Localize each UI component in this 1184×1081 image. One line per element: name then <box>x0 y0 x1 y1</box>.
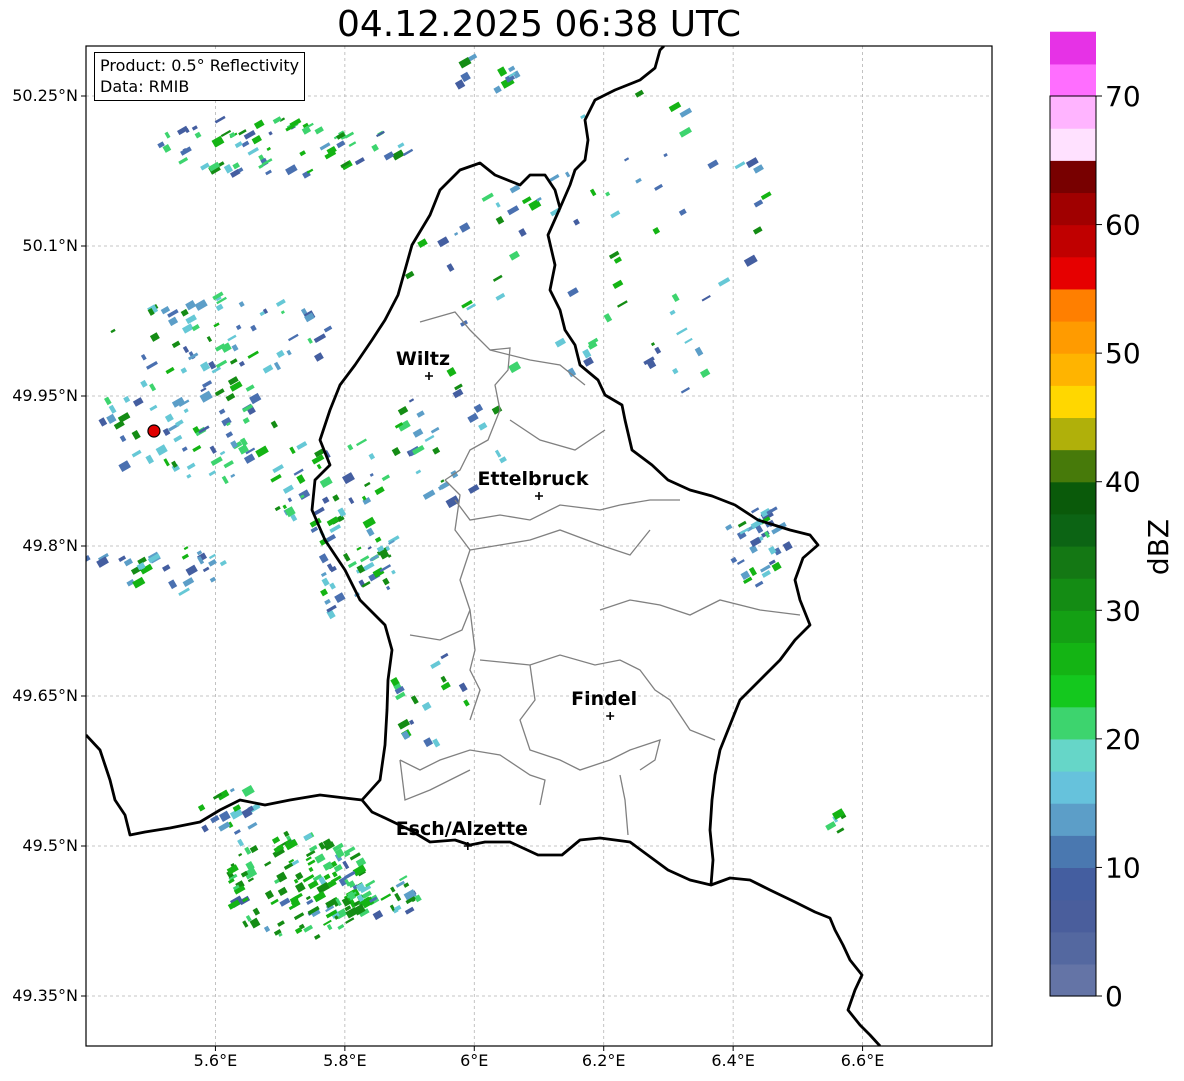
colorbar-tick-label: 10 <box>1105 851 1141 884</box>
latitude-axis: 50.25°N 50.1°N 49.95°N 49.8°N 49.65°N 49.5°N 4… <box>12 86 86 1005</box>
lon-tick-label: 5.6°E <box>194 1051 238 1070</box>
colorbar-segment <box>1050 192 1096 226</box>
city-label: Wiltz <box>396 348 450 370</box>
colorbar-segment <box>1050 128 1096 161</box>
colorbar-label: dBZ <box>1142 519 1175 575</box>
lon-tick-label: 6°E <box>460 1051 488 1070</box>
longitude-axis: 5.6°E 5.8°E 6°E 6.2°E 6.4°E 6.6°E <box>194 1046 885 1070</box>
colorbar-tick-label: 50 <box>1105 337 1141 370</box>
colorbar-segment <box>1050 642 1096 676</box>
lon-tick-label: 6.2°E <box>582 1051 626 1070</box>
radar-map: WiltzEttelbruckFindelEsch/Alzette 5.6°E 5… <box>12 31 1175 1070</box>
lat-tick-label: 50.25°N <box>12 86 78 105</box>
colorbar-segment <box>1050 449 1096 483</box>
colorbar-tick-label: 70 <box>1105 80 1141 113</box>
lat-tick-label: 49.5°N <box>22 836 78 855</box>
colorbar-segment <box>1050 706 1096 740</box>
colorbar <box>1049 31 1097 997</box>
data-source-line: Data: RMIB <box>100 77 190 96</box>
lat-tick-label: 49.35°N <box>12 986 78 1005</box>
lon-tick-label: 6.4°E <box>711 1051 755 1070</box>
colorbar-segment <box>1050 771 1096 804</box>
colorbar-segment <box>1050 63 1096 97</box>
lon-tick-label: 6.6°E <box>841 1051 885 1070</box>
colorbar-segment <box>1050 417 1096 451</box>
colorbar-segment <box>1050 610 1096 644</box>
colorbar-segment <box>1050 899 1096 933</box>
colorbar-segment <box>1050 835 1096 869</box>
colorbar-segment <box>1050 321 1096 354</box>
lat-tick-label: 49.65°N <box>12 686 78 705</box>
colorbar-segment <box>1050 803 1096 836</box>
colorbar-segment <box>1050 385 1096 419</box>
colorbar-segment <box>1050 738 1096 772</box>
colorbar-tick-label: 40 <box>1105 466 1141 499</box>
city-label: Findel <box>571 688 637 710</box>
colorbar-segment <box>1050 353 1096 386</box>
colorbar-segment <box>1050 578 1096 611</box>
colorbar-segment <box>1050 96 1096 129</box>
colorbar-segment <box>1050 546 1096 579</box>
product-info-box: Product: 0.5° Reflectivity Data: RMIB <box>94 52 306 101</box>
lat-tick-label: 50.1°N <box>22 236 78 255</box>
colorbar-segment <box>1050 931 1096 965</box>
colorbar-segment <box>1050 963 1096 997</box>
colorbar-tick-label: 30 <box>1105 594 1141 627</box>
colorbar-segment <box>1050 674 1096 708</box>
colorbar-segment <box>1050 31 1096 65</box>
colorbar-segment <box>1050 867 1096 901</box>
colorbar-segment <box>1050 481 1096 515</box>
colorbar-segment <box>1050 288 1096 322</box>
lon-tick-label: 5.8°E <box>323 1051 367 1070</box>
colorbar-segment <box>1050 256 1096 290</box>
lat-tick-label: 49.8°N <box>22 536 78 555</box>
colorbar-segment <box>1050 513 1096 547</box>
colorbar-tick-label: 0 <box>1105 980 1123 1013</box>
city-label: Esch/Alzette <box>396 818 528 840</box>
colorbar-tick-label: 20 <box>1105 723 1141 756</box>
colorbar-segment <box>1050 224 1096 258</box>
city-label: Ettelbruck <box>478 468 589 490</box>
product-line: Product: 0.5° Reflectivity <box>100 56 300 75</box>
colorbar-ticks: 0 10 20 30 40 50 60 70 <box>1096 80 1141 1013</box>
colorbar-segment <box>1050 160 1096 194</box>
colorbar-tick-label: 60 <box>1105 209 1141 242</box>
lat-tick-label: 49.95°N <box>12 386 78 405</box>
radar-site-marker <box>147 424 161 438</box>
